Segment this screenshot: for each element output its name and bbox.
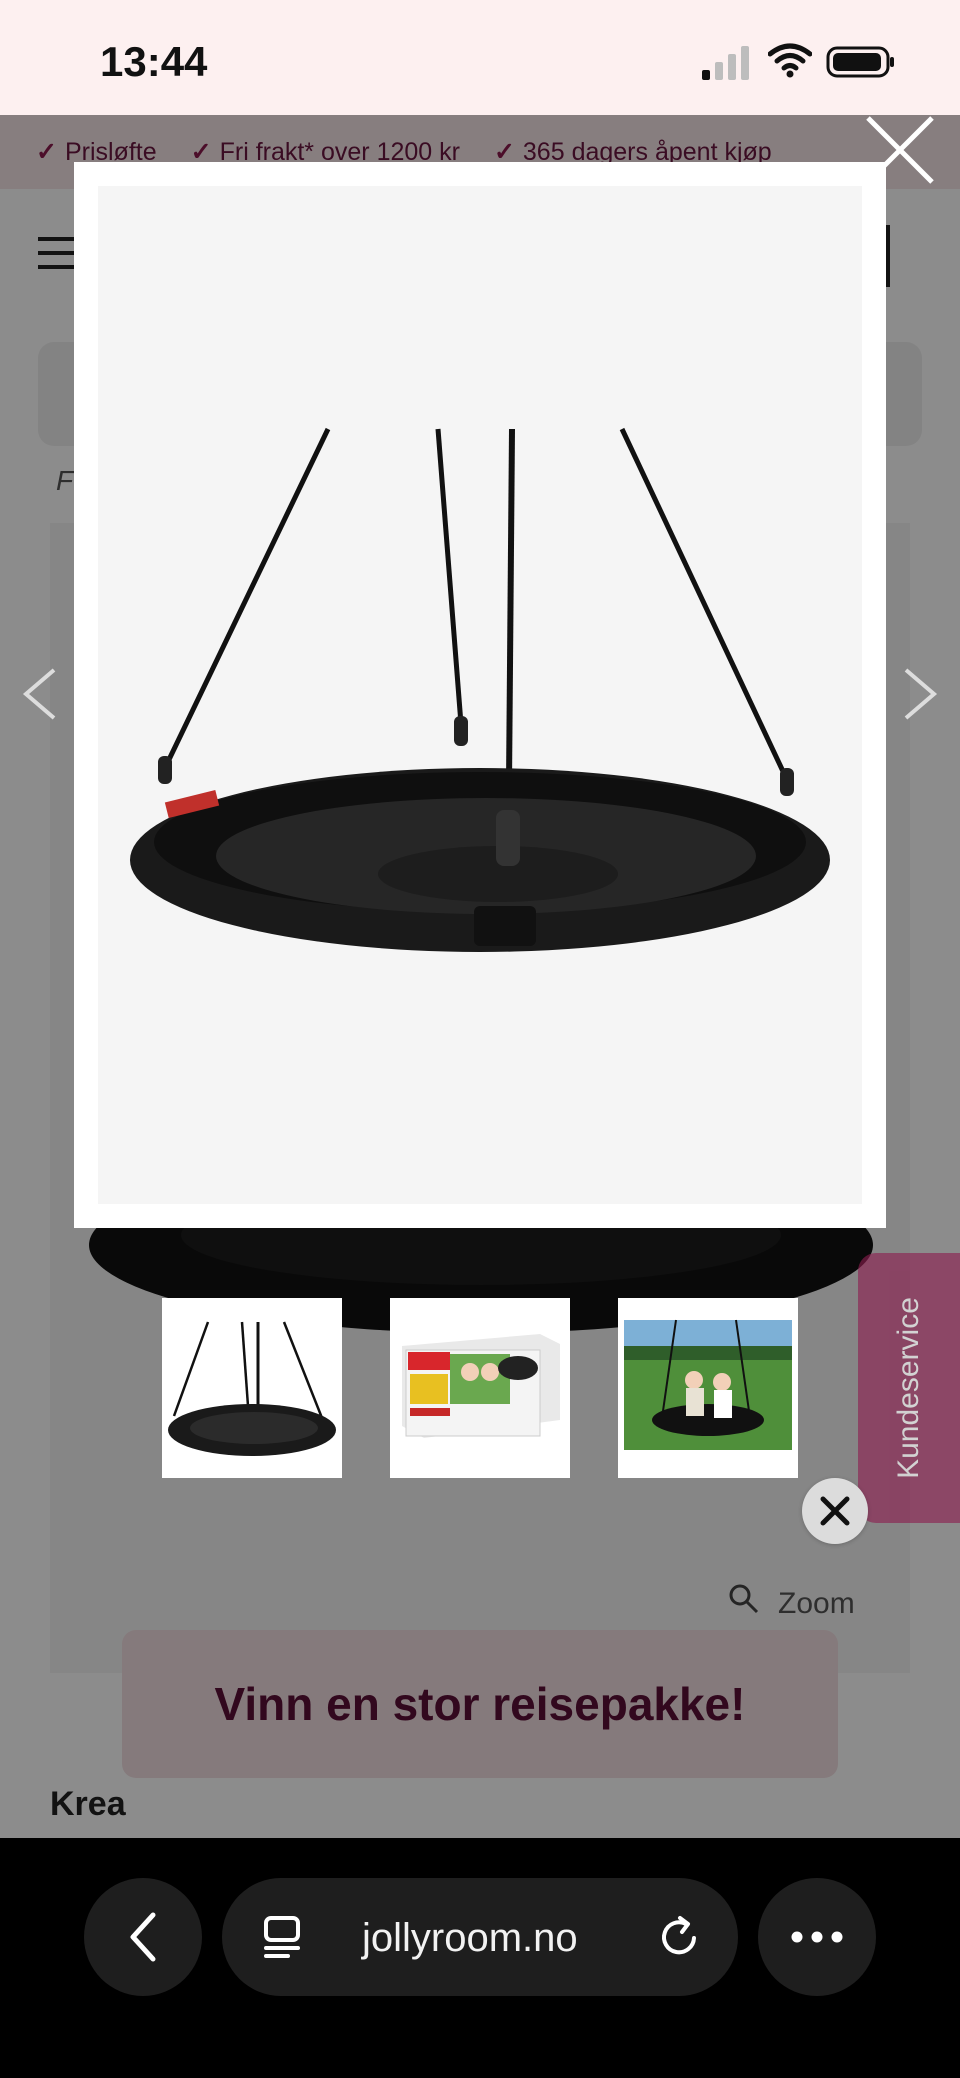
url-text: jollyroom.no — [362, 1916, 578, 1960]
address-bar[interactable]: jollyroom.no — [222, 1878, 738, 1996]
customer-service-label: Kundeservice — [892, 1297, 925, 1479]
promo-close-button[interactable] — [802, 1478, 868, 1544]
more-options-button[interactable] — [758, 1878, 876, 1996]
status-time: 13:44 — [100, 38, 208, 85]
chevron-left-icon — [130, 1912, 156, 1962]
next-image-arrow[interactable] — [900, 666, 940, 722]
cellular-signal-icon — [702, 46, 749, 80]
customer-service-tab[interactable]: Kundeservice — [858, 1253, 960, 1523]
browser-toolbar: jollyroom.no — [0, 1838, 960, 2078]
close-icon — [820, 1496, 850, 1526]
wifi-icon — [768, 43, 812, 78]
ellipsis-icon — [791, 1931, 843, 1943]
back-button[interactable] — [84, 1878, 202, 1996]
swing-image — [130, 427, 830, 952]
reload-icon[interactable] — [658, 1914, 702, 1960]
thumbnail-item[interactable] — [390, 1298, 570, 1478]
previous-image-arrow[interactable] — [20, 666, 60, 722]
thumbnail-item[interactable] — [162, 1298, 342, 1478]
thumbnail-item[interactable] — [618, 1298, 798, 1478]
thumbnail-strip — [162, 1298, 802, 1478]
battery-icon — [826, 46, 894, 78]
status-bar: 13:44 — [0, 0, 960, 115]
lightbox-frame — [74, 162, 886, 1228]
lightbox-image[interactable] — [98, 186, 862, 1204]
page-menu-icon[interactable] — [260, 1914, 304, 1960]
